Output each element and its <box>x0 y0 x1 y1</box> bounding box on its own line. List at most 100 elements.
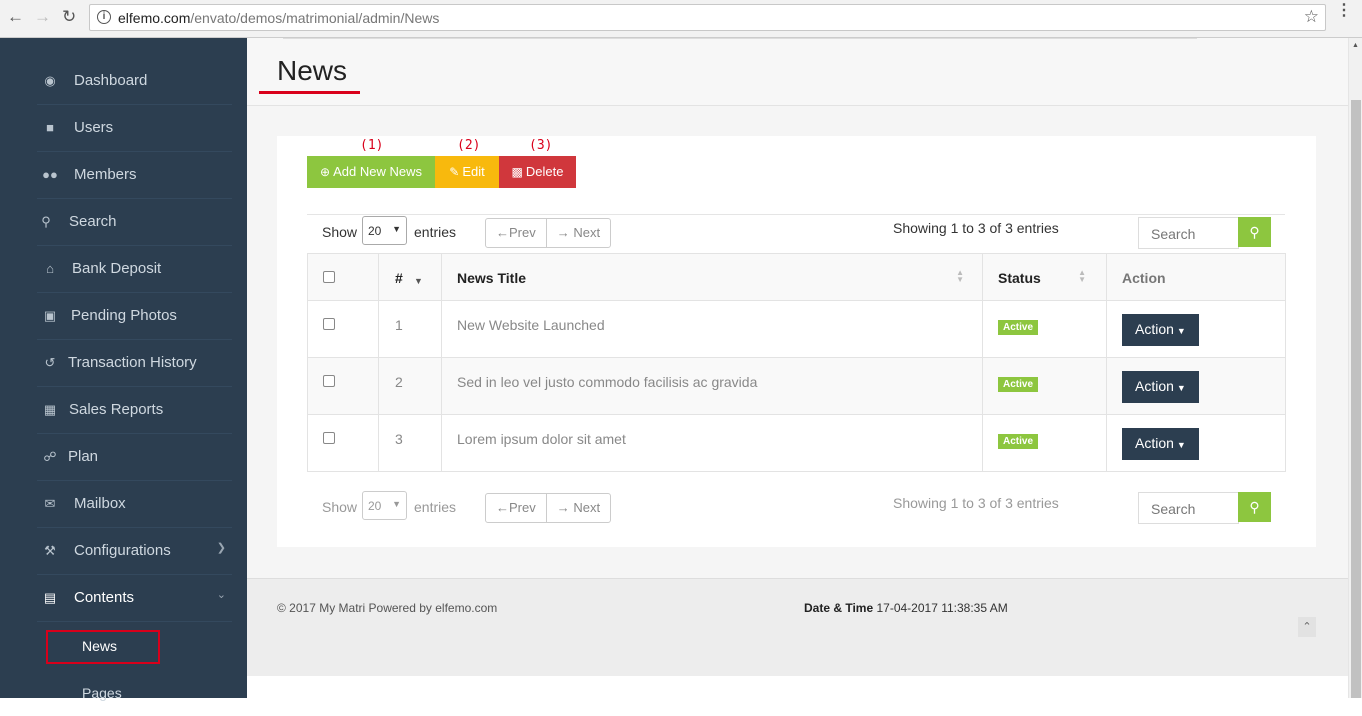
news-title-cell: New Website Launched <box>441 300 983 358</box>
search-input[interactable]: Search <box>1138 217 1239 249</box>
info-icon[interactable]: i <box>97 10 111 24</box>
table-header-row: # ▼ News Title ▲ ▼ Status ▲ ▼ Action <box>307 253 1286 301</box>
chevron-down-icon: ⌄ <box>216 589 226 601</box>
sort-desc-icon: ▼ <box>414 276 423 286</box>
status-badge: Active <box>998 434 1039 449</box>
select-all-checkbox[interactable] <box>323 271 335 283</box>
search-icon: ⚲ <box>1249 499 1260 515</box>
caret-down-icon: ▼ <box>1176 326 1186 336</box>
row-number: 3 <box>378 414 442 472</box>
showing-info: Showing 1 to 3 of 3 entries <box>893 220 1059 236</box>
newspaper-icon: ▤ <box>43 590 57 605</box>
divider <box>283 38 1197 39</box>
page-title: News <box>277 55 348 86</box>
add-news-button[interactable]: ⊕ Add New News <box>307 156 435 188</box>
url-text[interactable]: elfemo.com/envato/demos/matrimonial/admi… <box>118 10 439 26</box>
back-arrow-icon[interactable]: ← <box>7 8 24 26</box>
row-checkbox[interactable] <box>323 432 335 444</box>
sidebar-item-plan[interactable]: ☍ Plan <box>37 434 232 481</box>
status-badge: Active <box>998 320 1039 335</box>
sidebar-subitem-pages[interactable]: Pages <box>37 669 232 716</box>
sidebar-item-sales-reports[interactable]: ▦ Sales Reports <box>37 387 232 434</box>
annotation-1: (1) <box>360 138 384 153</box>
address-bar[interactable]: i elfemo.com/envato/demos/matrimonial/ad… <box>89 4 1326 31</box>
main-content: News (1) (2) (3) ⊕ Add New News ✎ Edit ▩ De… <box>247 38 1348 698</box>
news-title-cell: Sed in leo vel justo commodo facilisis a… <box>441 357 983 415</box>
browser-toolbar: ← → ↻ i elfemo.com/envato/demos/matrimon… <box>0 0 1362 38</box>
column-header-status[interactable]: Status ▲ ▼ <box>982 253 1107 301</box>
search-icon: ⚲ <box>41 214 51 229</box>
table-controls-top: Show 20 ▼ entries ←Prev → Next Showing 1… <box>307 214 1285 250</box>
row-number: 2 <box>378 357 442 415</box>
sidebar-item-dashboard[interactable]: ◉ Dashboard <box>37 58 232 105</box>
next-button[interactable]: → Next <box>547 494 610 522</box>
browser-menu-icon[interactable]: ⋮ <box>1336 3 1352 19</box>
scroll-top-button[interactable]: ⌃ <box>1298 617 1316 637</box>
action-dropdown-button[interactable]: Action ▼ <box>1122 314 1199 346</box>
action-dropdown-button[interactable]: Action ▼ <box>1122 371 1199 403</box>
cart-icon: ☍ <box>43 449 57 464</box>
search-button[interactable]: ⚲ <box>1238 492 1271 522</box>
powered-by-link[interactable]: elfemo.com <box>435 601 497 615</box>
table-controls-bottom: Show 20 ▼ entries ←Prev → Next Showing 1… <box>307 490 1285 526</box>
sidebar-item-pending-photos[interactable]: ▣ Pending Photos <box>37 293 232 340</box>
row-number: 1 <box>378 300 442 358</box>
annotation-2: (2) <box>457 138 481 153</box>
news-title-cell: Lorem ipsum dolor sit amet <box>441 414 983 472</box>
delete-button[interactable]: ▩ Delete <box>499 156 576 188</box>
scrollbar[interactable]: ▲ <box>1348 38 1362 698</box>
page-bottom <box>247 676 1348 698</box>
select-arrow-icon: ▼ <box>392 499 401 509</box>
showing-info: Showing 1 to 3 of 3 entries <box>893 495 1059 511</box>
footer: © 2017 My Matri Powered by elfemo.com Da… <box>247 578 1348 676</box>
prev-button[interactable]: ←Prev <box>486 219 547 247</box>
status-badge: Active <box>998 377 1039 392</box>
scrollbar-thumb[interactable] <box>1351 100 1361 698</box>
trash-icon: ▩ <box>511 165 523 179</box>
row-checkbox[interactable] <box>323 318 335 330</box>
edit-button[interactable]: ✎ Edit <box>435 156 499 188</box>
column-header-action: Action <box>1106 253 1286 301</box>
sidebar-item-users[interactable]: ■ Users <box>37 105 232 152</box>
sort-icon: ▲ ▼ <box>956 268 964 284</box>
edit-icon: ✎ <box>449 165 460 179</box>
select-all-cell <box>307 253 379 301</box>
sidebar-item-mailbox[interactable]: ✉ Mailbox <box>37 481 232 528</box>
scroll-up-arrow-icon[interactable]: ▲ <box>1352 42 1359 49</box>
column-header-num[interactable]: # ▼ <box>378 253 442 301</box>
news-highlight-box <box>46 630 160 664</box>
sidebar: ◉ Dashboard ■ Users ●● Members ⚲ Search … <box>0 38 247 701</box>
dashboard-icon: ◉ <box>44 73 56 88</box>
search-button[interactable]: ⚲ <box>1238 217 1271 247</box>
sidebar-item-members[interactable]: ●● Members <box>37 152 232 199</box>
sidebar-item-contents[interactable]: ▤ Contents ⌄ <box>37 575 232 622</box>
forward-arrow-icon[interactable]: → <box>34 8 51 26</box>
next-button[interactable]: → Next <box>547 219 610 247</box>
prev-button[interactable]: ←Prev <box>486 494 547 522</box>
sort-icon: ▲ ▼ <box>1078 268 1086 284</box>
bookmark-star-icon[interactable]: ☆ <box>1304 7 1319 27</box>
table-icon: ▦ <box>43 402 57 417</box>
page-size-select[interactable]: 20 ▼ <box>362 491 407 520</box>
sidebar-item-transaction-history[interactable]: ↺ Transaction History <box>37 340 232 387</box>
action-dropdown-button[interactable]: Action ▼ <box>1122 428 1199 460</box>
sidebar-item-bank-deposit[interactable]: ⌂ Bank Deposit <box>37 246 232 293</box>
table-row: 3 Lorem ipsum dolor sit amet Active Acti… <box>307 414 1286 472</box>
row-checkbox[interactable] <box>323 375 335 387</box>
search-input[interactable]: Search <box>1138 492 1239 524</box>
caret-down-icon: ▼ <box>1176 383 1186 393</box>
column-header-title[interactable]: News Title ▲ ▼ <box>441 253 983 301</box>
page-size-select[interactable]: 20 ▼ <box>362 216 407 245</box>
title-underline <box>259 91 360 94</box>
sidebar-item-configurations[interactable]: ⚒ Configurations ❯ <box>37 528 232 575</box>
sidebar-item-search[interactable]: ⚲ Search <box>37 199 232 246</box>
user-icon: ■ <box>46 120 54 135</box>
chevron-up-icon: ⌃ <box>1302 621 1312 633</box>
members-icon: ●● <box>42 167 58 182</box>
copyright-text: © 2017 My Matri Powered by elfemo.com <box>277 601 498 615</box>
photo-icon: ▣ <box>43 308 57 323</box>
news-table: # ▼ News Title ▲ ▼ Status ▲ ▼ Action 1 New We… <box>307 253 1286 472</box>
reload-icon[interactable]: ↻ <box>62 8 76 26</box>
bank-icon: ⌂ <box>46 261 54 276</box>
caret-down-icon: ▼ <box>1176 440 1186 450</box>
